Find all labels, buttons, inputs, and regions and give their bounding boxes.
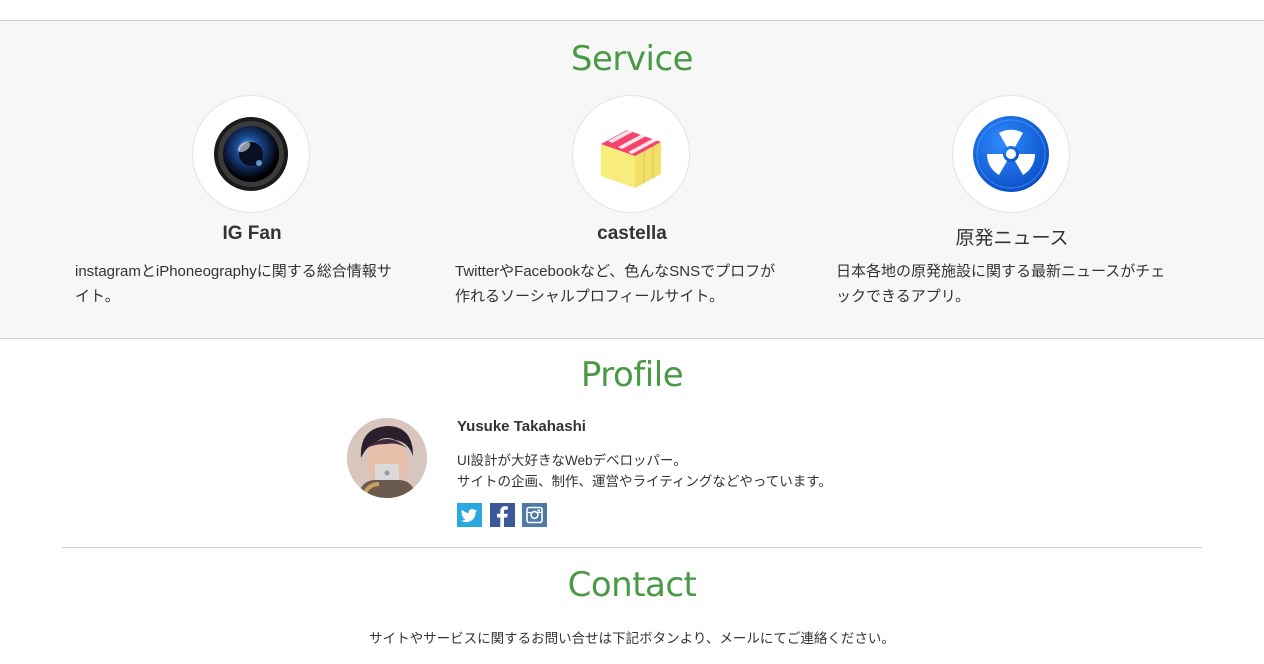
service-desc-line: イト。	[75, 288, 120, 305]
service-desc-line: 日本各地の原発施設に関する最新ニュースがチェ	[836, 263, 1166, 280]
camera-lens-icon	[214, 117, 288, 191]
profile-bio-line: UI設計が大好きなWebデベロッパー。	[457, 453, 687, 468]
contact-text: サイトやサービスに関するお問い合せは下記ボタンより、メールにてご連絡ください。	[369, 631, 895, 646]
service-card-castella[interactable]: castella TwitterやFacebookなど、色んなSNSでプロフが …	[442, 21, 822, 338]
profile-bio-line: サイトの企画、制作、運営やライティングなどやっています。	[457, 474, 832, 489]
service-name[interactable]: IG Fan	[62, 223, 442, 245]
service-description: 日本各地の原発施設に関する最新ニュースがチェ ックできるアプリ。	[836, 259, 1186, 309]
section-divider	[62, 547, 1202, 548]
service-desc-line: ックできるアプリ。	[836, 288, 971, 305]
service-description: TwitterやFacebookなど、色んなSNSでプロフが 作れるソーシャルプ…	[455, 259, 805, 309]
twitter-link[interactable]	[457, 503, 482, 527]
instagram-icon	[522, 503, 547, 527]
profile-title: Profile	[580, 355, 684, 395]
service-name[interactable]: castella	[442, 223, 822, 245]
service-desc-line: instagramとiPhoneographyに関する総合情報サ	[75, 263, 392, 280]
service-section: Service IG Fan instagramとiPhoneographyに関…	[0, 21, 1264, 339]
profile-name: Yusuke Takahashi	[457, 418, 586, 435]
radiation-icon	[973, 116, 1049, 192]
avatar-photo	[347, 418, 427, 498]
service-icon-igfan[interactable]	[192, 95, 310, 213]
facebook-link[interactable]	[490, 503, 515, 527]
service-card-genpatsu-news[interactable]: 原発ニュース 日本各地の原発施設に関する最新ニュースがチェ ックできるアプリ。	[822, 21, 1202, 338]
service-desc-line: TwitterやFacebookなど、色んなSNSでプロフが	[455, 263, 776, 280]
service-card-igfan[interactable]: IG Fan instagramとiPhoneographyに関する総合情報サ …	[62, 21, 442, 338]
service-desc-line: 作れるソーシャルプロフィールサイト。	[455, 288, 725, 305]
instagram-link[interactable]	[522, 503, 547, 527]
avatar	[347, 418, 427, 498]
service-description: instagramとiPhoneographyに関する総合情報サ イト。	[75, 259, 425, 309]
service-icon-castella[interactable]	[572, 95, 690, 213]
profile-card: Yusuke Takahashi UI設計が大好きなWebデベロッパー。 サイト…	[347, 418, 967, 538]
twitter-icon	[457, 503, 482, 527]
facebook-icon	[490, 503, 515, 527]
contact-title: Contact	[567, 565, 697, 605]
service-name[interactable]: 原発ニュース	[822, 223, 1202, 250]
service-icon-genpatsu[interactable]	[952, 95, 1070, 213]
castella-box-icon	[601, 127, 661, 188]
